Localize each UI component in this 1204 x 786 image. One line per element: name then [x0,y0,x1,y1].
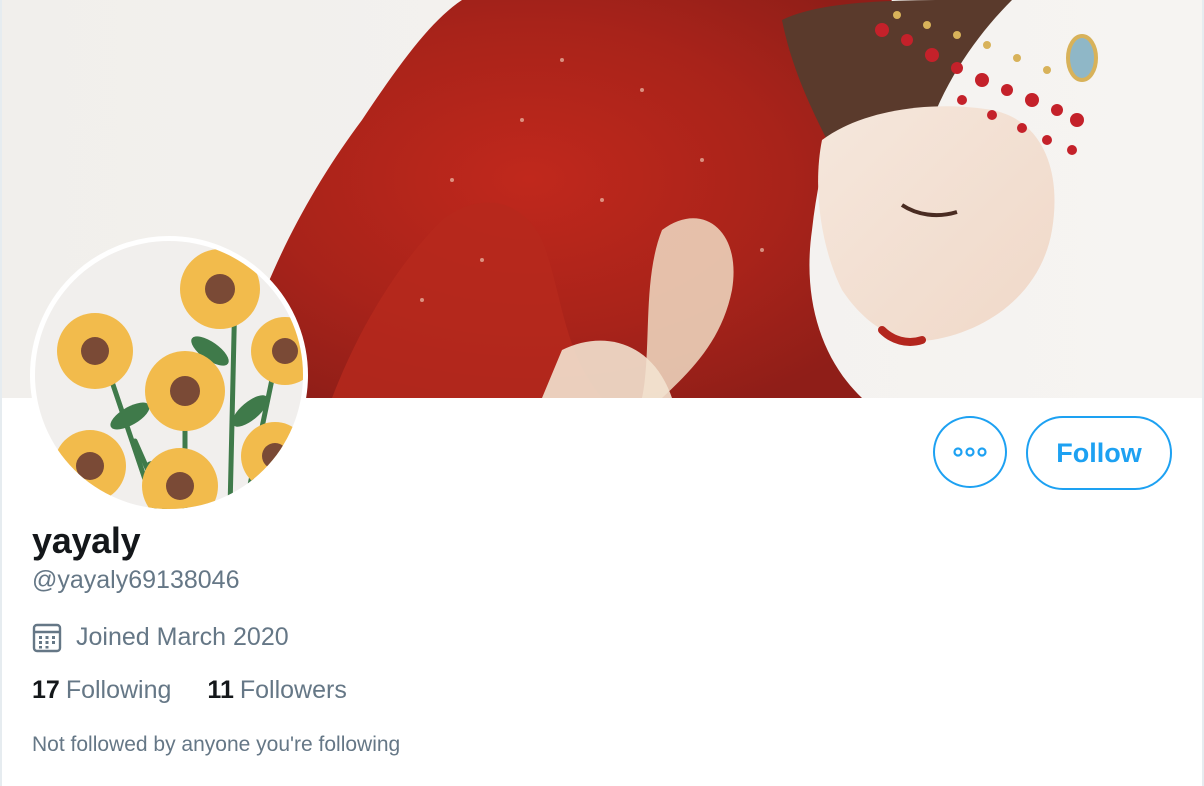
following-label: Following [65,676,172,704]
followers-link[interactable]: 11 Followers [207,676,346,705]
followers-count: 11 [207,676,234,704]
display-name: yayaly [32,520,141,561]
more-options-icon [953,447,987,457]
mutual-followers-text: Not followed by anyone you're following [32,733,401,756]
user-handle: @yayaly69138046 [32,566,240,594]
following-count: 17 [32,676,60,704]
profile-page: Follow yayaly @yayaly69138046 Joined Mar… [0,0,1204,786]
join-date-text: Joined March 2020 [76,622,289,651]
more-options-button[interactable] [933,416,1007,488]
calendar-icon [32,623,62,653]
join-date: Joined March 2020 [32,621,289,653]
following-link[interactable]: 17 Following [32,676,171,705]
followers-label: Followers [239,676,347,704]
follow-stats: 17 Following 11 Followers [32,676,383,705]
follow-button[interactable]: Follow [1026,416,1172,490]
profile-avatar[interactable] [30,236,308,514]
